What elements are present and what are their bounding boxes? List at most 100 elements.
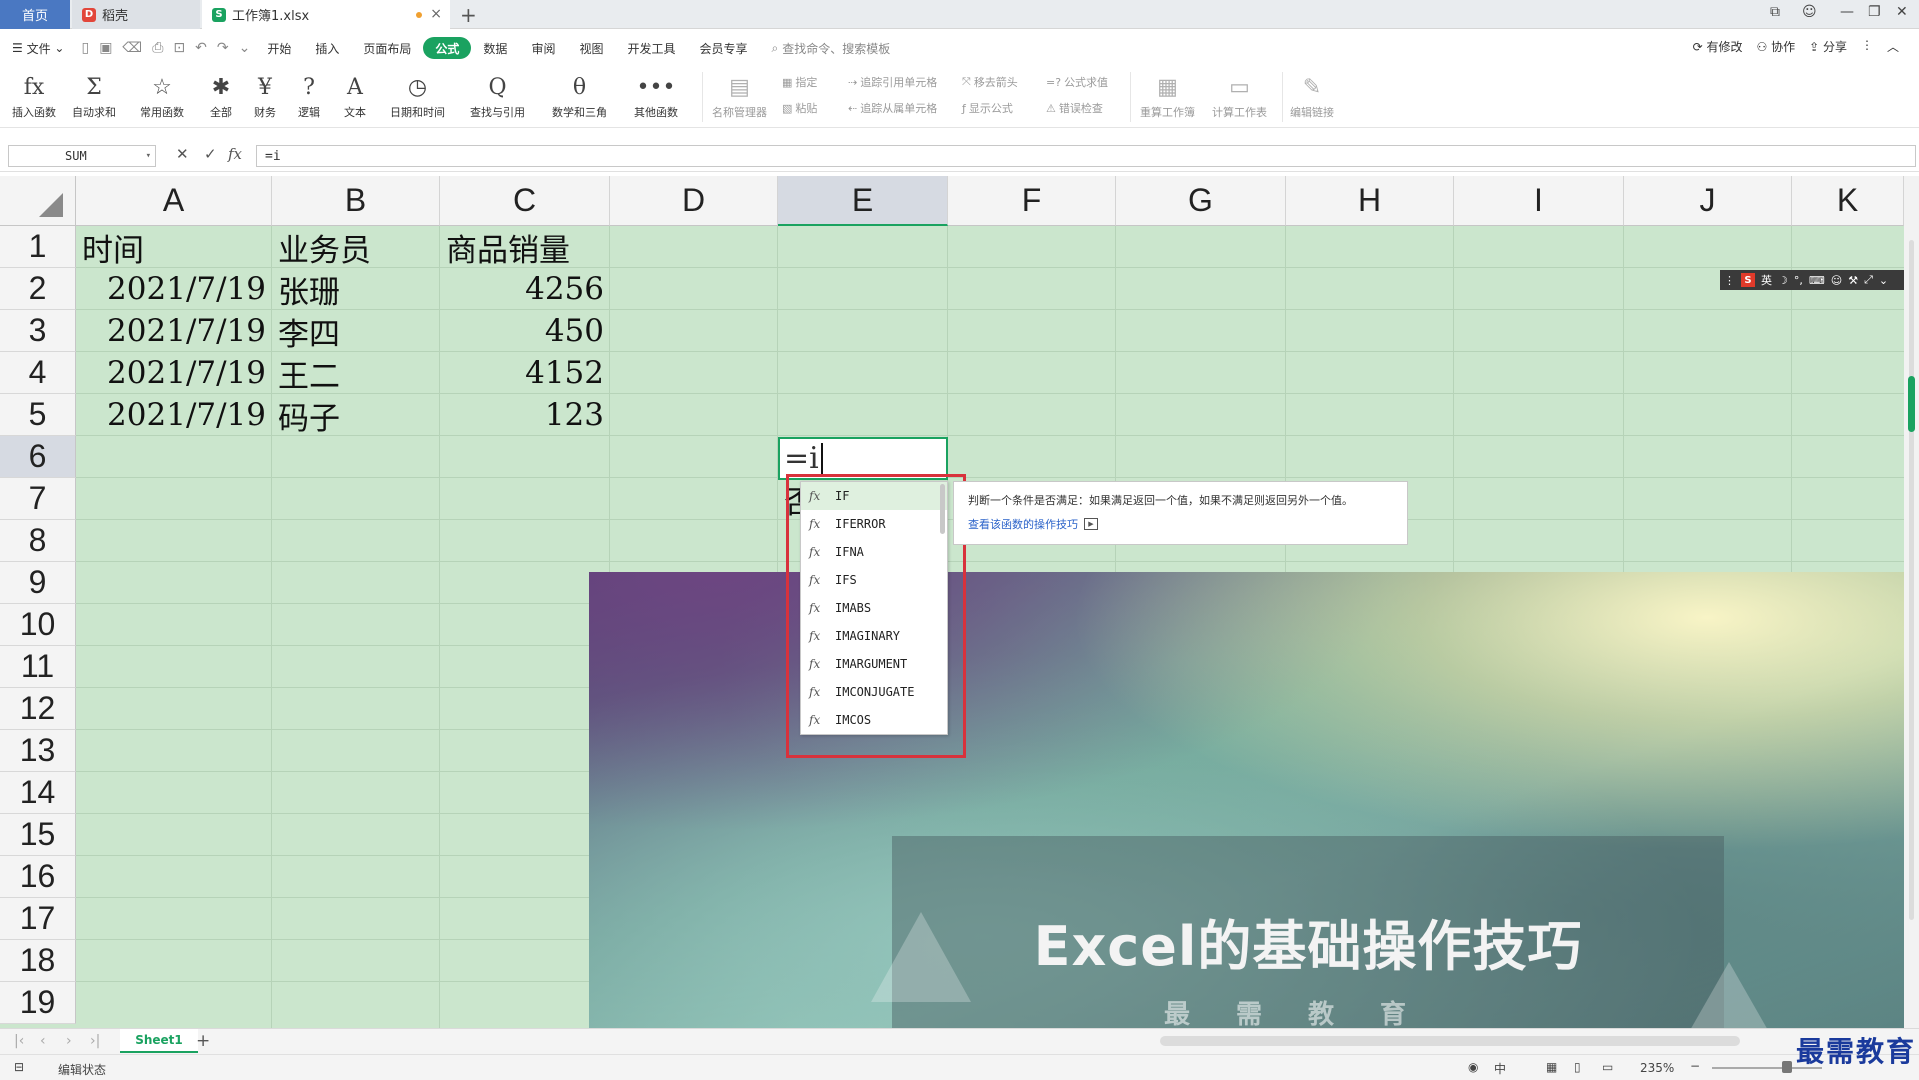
menu-page-layout[interactable]: 页面布局: [351, 37, 423, 59]
close-tab-icon[interactable]: ×: [430, 6, 442, 22]
cell-c3[interactable]: 450: [440, 310, 610, 352]
autocomplete-item-if[interactable]: fx IF: [801, 482, 947, 510]
name-manager-button[interactable]: ▤ 名称管理器: [712, 70, 767, 120]
autocomplete-item-imconjugate[interactable]: fx IMCONJUGATE: [801, 678, 947, 706]
menu-data[interactable]: 数据: [471, 37, 519, 59]
page-layout-view-icon[interactable]: ▯: [1574, 1060, 1581, 1074]
menu-member[interactable]: 会员专享: [687, 37, 759, 59]
chevron-down-icon[interactable]: ⌄: [1879, 274, 1888, 287]
confirm-icon[interactable]: ✓: [204, 145, 217, 163]
autocomplete-item-ifna[interactable]: fx IFNA: [801, 538, 947, 566]
remove-arrows-button[interactable]: ⤧ 移去箭头: [962, 74, 1018, 90]
tab-workbook[interactable]: S 工作簿1.xlsx ×: [202, 0, 450, 29]
text-button[interactable]: A 文本: [344, 70, 366, 120]
autocomplete-item-imaginary[interactable]: fx IMAGINARY: [801, 622, 947, 650]
menu-insert[interactable]: 插入: [303, 37, 351, 59]
menu-start[interactable]: 开始: [255, 37, 303, 59]
function-tips-link[interactable]: 查看该函数的操作技巧 ▶: [968, 516, 1393, 532]
evaluate-formula-button[interactable]: =? 公式求值: [1046, 74, 1108, 90]
scroll-thumb[interactable]: [1908, 376, 1915, 432]
row-header-8[interactable]: 8: [0, 520, 76, 562]
row-header-3[interactable]: 3: [0, 310, 76, 352]
new-doc-icon[interactable]: ▯: [76, 40, 94, 56]
print-preview-icon[interactable]: ⊡: [168, 40, 190, 56]
user-icon[interactable]: ☺: [1831, 274, 1842, 287]
page-break-view-icon[interactable]: ▭: [1602, 1060, 1613, 1074]
cell-a2[interactable]: 2021/7/19: [76, 268, 272, 310]
column-header-g[interactable]: G: [1116, 176, 1286, 226]
normal-view-icon[interactable]: ▦: [1546, 1060, 1557, 1074]
eye-icon[interactable]: ◉: [1468, 1060, 1478, 1074]
menu-review[interactable]: 审阅: [519, 37, 567, 59]
input-mode[interactable]: 中: [1494, 1060, 1506, 1077]
cell-b4[interactable]: 王二: [272, 352, 440, 395]
trace-precedents-button[interactable]: ⇢ 追踪引用单元格: [848, 74, 937, 90]
row-header-2[interactable]: 2: [0, 268, 76, 310]
math-trig-button[interactable]: θ 数学和三角: [552, 70, 607, 120]
define-name-button[interactable]: ▦ 指定: [782, 74, 817, 90]
column-header-e[interactable]: E: [778, 176, 948, 226]
prev-sheet-icon[interactable]: ‹: [40, 1033, 46, 1049]
column-header-k[interactable]: K: [1792, 176, 1904, 226]
name-box[interactable]: SUM ▾: [8, 145, 156, 167]
cell-b5[interactable]: 码子: [272, 394, 440, 437]
share-button[interactable]: ⇪ 分享: [1809, 38, 1847, 55]
keyboard-icon[interactable]: ⌨: [1809, 274, 1825, 287]
layout-icon[interactable]: ⧉: [1770, 4, 1780, 20]
row-header-17[interactable]: 17: [0, 898, 76, 940]
moon-icon[interactable]: ☽: [1778, 274, 1788, 287]
financial-button[interactable]: ¥ 财务: [254, 70, 276, 120]
next-sheet-icon[interactable]: ›: [66, 1033, 72, 1049]
menu-view[interactable]: 视图: [567, 37, 615, 59]
changes-button[interactable]: ⟳ 有修改: [1693, 38, 1743, 55]
ime-toolbar[interactable]: ⋮ S 英 ☽ °, ⌨ ☺ ⚒ ⤢ ⌄: [1720, 270, 1918, 290]
column-header-d[interactable]: D: [610, 176, 778, 226]
other-functions-button[interactable]: ••• 其他函数: [634, 70, 678, 120]
tab-home[interactable]: 首页: [0, 0, 70, 29]
collapse-ribbon-icon[interactable]: ︿: [1887, 38, 1899, 55]
cell-a5[interactable]: 2021/7/19: [76, 394, 272, 436]
row-header-18[interactable]: 18: [0, 940, 76, 982]
format-painter-icon[interactable]: ⌫: [117, 40, 147, 56]
row-header-15[interactable]: 15: [0, 814, 76, 856]
expand-icon[interactable]: ⤢: [1864, 273, 1873, 287]
column-header-b[interactable]: B: [272, 176, 440, 226]
collab-button[interactable]: ⚇ 协作: [1757, 38, 1796, 55]
edit-links-button[interactable]: ✎ 编辑链接: [1290, 70, 1334, 120]
cell-a1[interactable]: 时间: [76, 226, 272, 269]
minimize-icon[interactable]: —: [1840, 4, 1854, 20]
ime-lang[interactable]: 英: [1761, 272, 1772, 288]
error-check-button[interactable]: ⚠ 错误检查: [1046, 100, 1103, 116]
print-icon[interactable]: ⎙: [147, 40, 168, 56]
column-header-h[interactable]: H: [1286, 176, 1454, 226]
cell-a4[interactable]: 2021/7/19: [76, 352, 272, 394]
select-all-corner[interactable]: [0, 176, 76, 226]
cell-c2[interactable]: 4256: [440, 268, 610, 310]
row-header-9[interactable]: 9: [0, 562, 76, 604]
last-sheet-icon[interactable]: ›|: [90, 1033, 100, 1049]
calc-sheet-button[interactable]: ▭ 计算工作表: [1212, 70, 1267, 120]
row-header-7[interactable]: 7: [0, 478, 76, 520]
save-icon[interactable]: ▣: [94, 40, 117, 56]
cancel-icon[interactable]: ✕: [176, 145, 189, 163]
paste-name-button[interactable]: ▧ 粘贴: [782, 100, 817, 116]
formula-input[interactable]: =i: [256, 145, 1916, 167]
horizontal-scrollbar[interactable]: [1160, 1036, 1740, 1046]
lookup-button[interactable]: Q 查找与引用: [470, 70, 525, 120]
undo-icon[interactable]: ↶: [190, 40, 212, 56]
row-header-16[interactable]: 16: [0, 856, 76, 898]
row-header-5[interactable]: 5: [0, 394, 76, 436]
column-header-i[interactable]: I: [1454, 176, 1624, 226]
function-autocomplete-list[interactable]: fx IF fx IFERROR fx IFNA fx IFS fx IMABS fx IM…: [800, 481, 948, 735]
row-header-11[interactable]: 11: [0, 646, 76, 688]
insert-function-button[interactable]: fx 插入函数: [12, 70, 56, 120]
menu-formula[interactable]: 公式: [423, 37, 472, 59]
common-functions-button[interactable]: ☆ 常用函数: [140, 70, 184, 120]
punctuation-icon[interactable]: °,: [1794, 274, 1803, 287]
zoom-slider-thumb[interactable]: [1782, 1061, 1792, 1073]
zoom-out-icon[interactable]: −: [1690, 1059, 1700, 1073]
row-header-14[interactable]: 14: [0, 772, 76, 814]
row-header-1[interactable]: 1: [0, 226, 76, 268]
autosum-button[interactable]: Σ 自动求和: [72, 70, 116, 120]
column-header-j[interactable]: J: [1624, 176, 1792, 226]
